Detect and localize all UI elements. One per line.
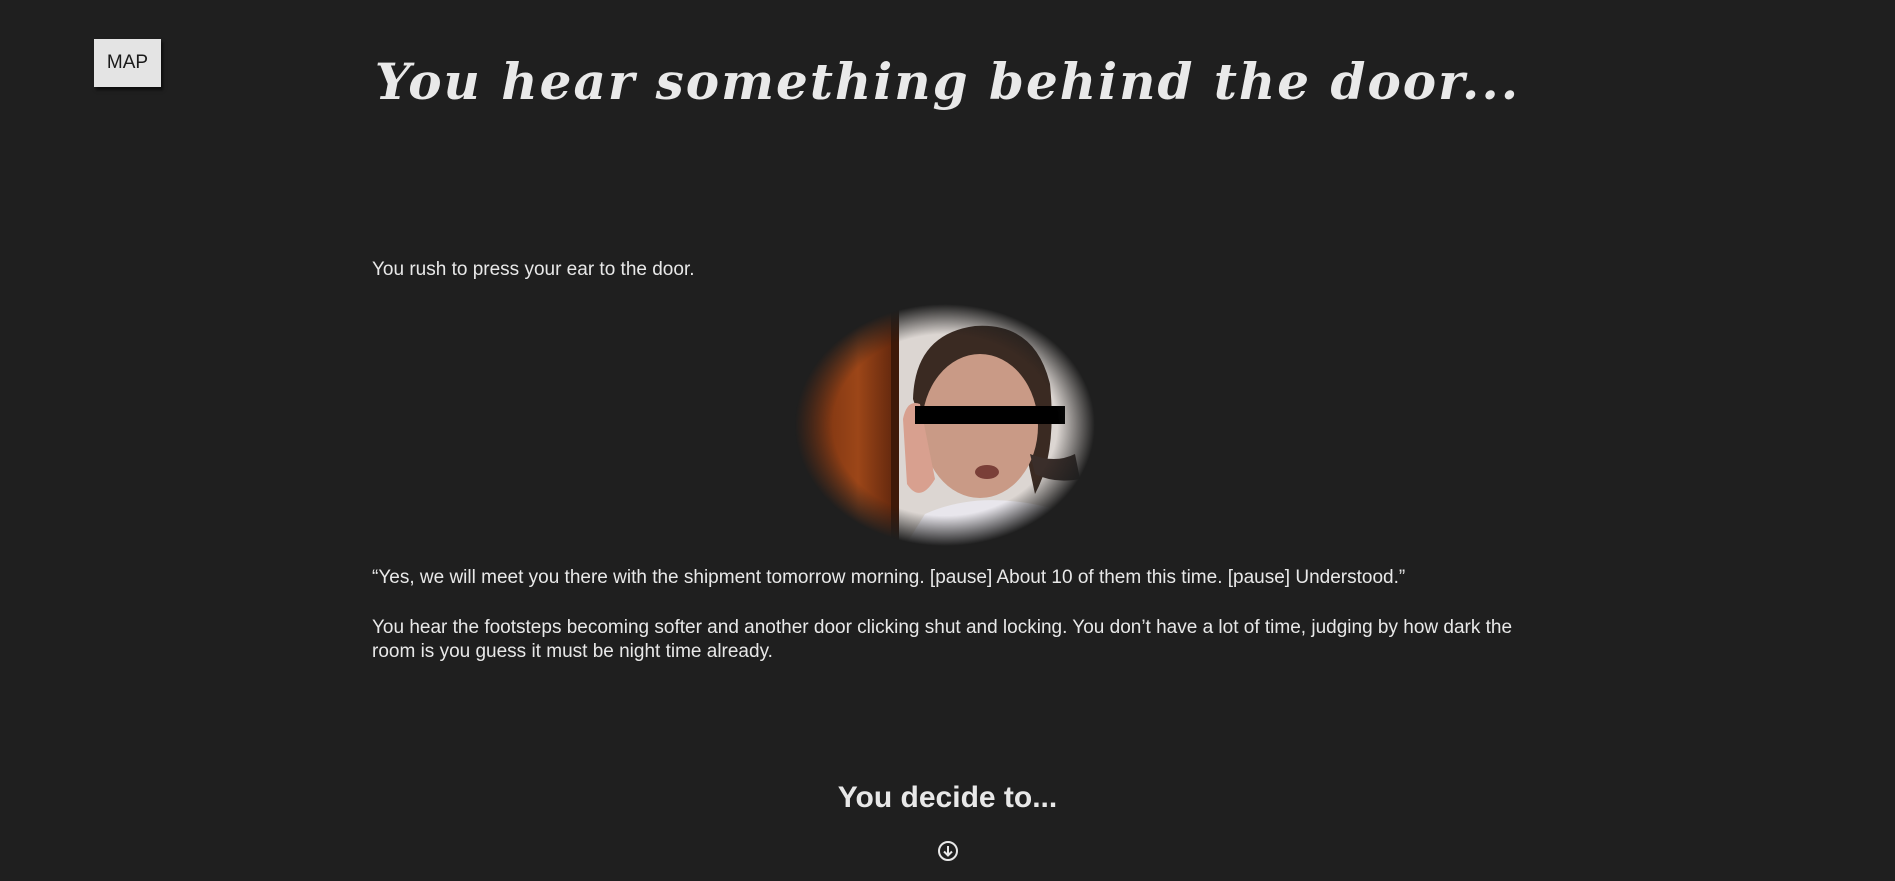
story-paragraph: You hear the footsteps becoming softer a… [372,617,1513,662]
choice-prompt: You decide to... [837,781,1058,814]
circle-arrow-down-icon[interactable] [937,840,959,862]
listening-at-door-illustration [795,304,1095,546]
story-paragraph: “Yes, we will meet you there with the sh… [372,567,1406,588]
page-title: You hear something behind the door... [374,52,1521,111]
story-paragraph: You rush to press your ear to the door. [372,259,695,280]
story-page: MAP You hear something behind the door..… [0,0,1895,881]
